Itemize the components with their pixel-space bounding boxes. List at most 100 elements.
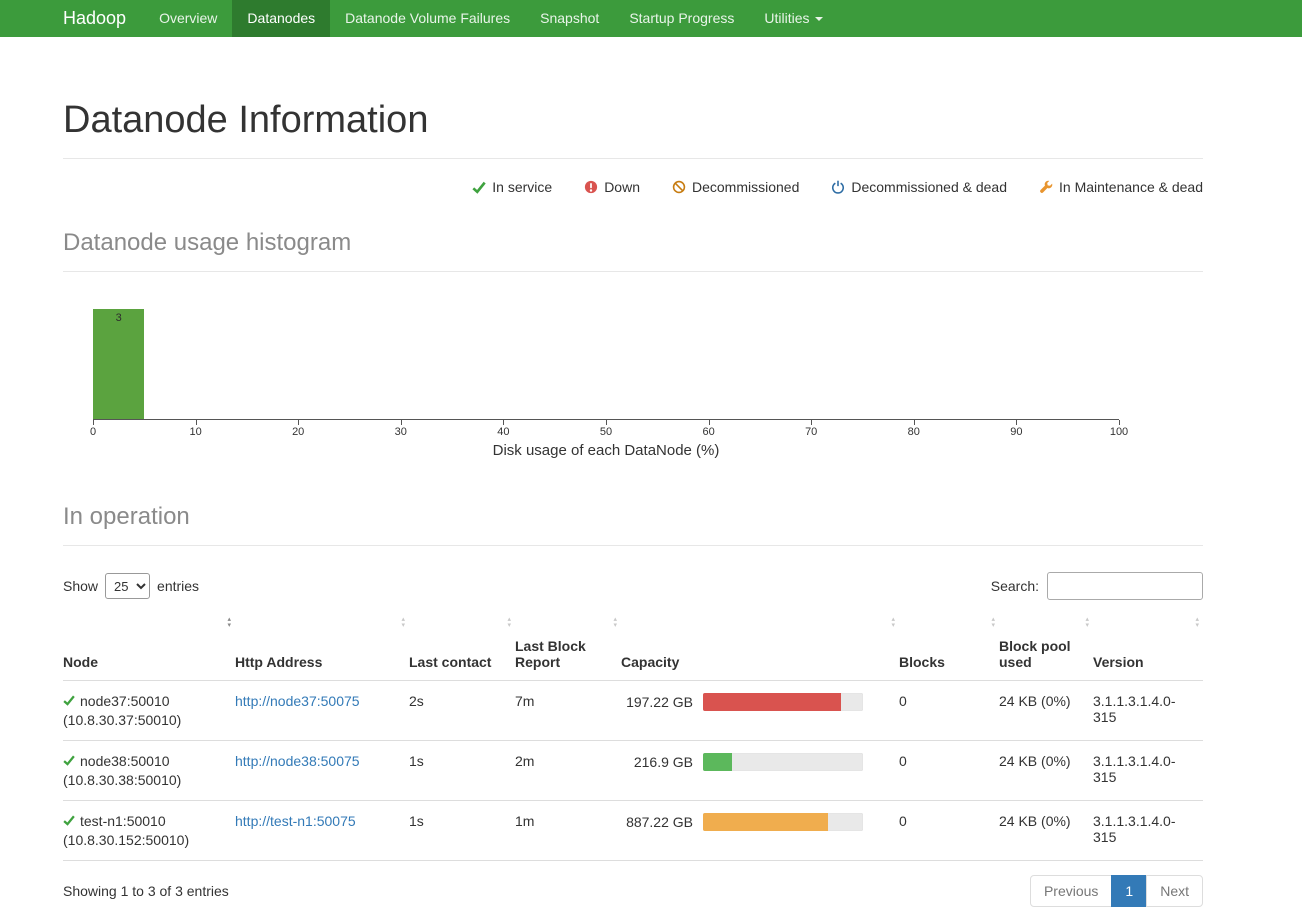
- datanode-usage-histogram: 3 0102030405060708090100 Disk usage of e…: [93, 304, 1119, 459]
- node-name: node38:50010: [80, 753, 170, 769]
- column-header-block-pool-used[interactable]: Block pool used ▴▾: [999, 612, 1093, 681]
- last-contact: 1s: [409, 741, 515, 801]
- http-address-link[interactable]: http://node37:50075: [235, 693, 360, 709]
- check-icon: [472, 180, 486, 194]
- search-label: Search:: [991, 578, 1039, 594]
- block-pool-used: 24 KB (0%): [999, 801, 1093, 861]
- histogram-section-title: Datanode usage histogram: [63, 229, 1203, 257]
- legend-item-maintenance-dead: In Maintenance & dead: [1039, 179, 1203, 195]
- status-legend: In service Down Decommissioned Decommiss…: [63, 179, 1203, 195]
- table-row: node38:50010 (10.8.30.38:50010) http://n…: [63, 741, 1203, 801]
- column-header-version[interactable]: Version ▴▾: [1093, 612, 1203, 681]
- table-header-row: Node ▴▾ Http Address ▴▾ Last contact ▴▾ …: [63, 612, 1203, 681]
- nav-item-datanode-volume-failures[interactable]: Datanode Volume Failures: [330, 0, 525, 37]
- column-header-node[interactable]: Node ▴▾: [63, 612, 235, 681]
- wrench-icon: [1039, 180, 1053, 194]
- sort-icon: ▴▾: [1195, 617, 1199, 629]
- blocks: 0: [899, 681, 999, 741]
- tick-label: 40: [497, 426, 509, 438]
- block-pool-used: 24 KB (0%): [999, 741, 1093, 801]
- check-icon: [63, 693, 75, 709]
- capacity-bar: [703, 753, 863, 771]
- nav-item-snapshot[interactable]: Snapshot: [525, 0, 614, 37]
- legend-item-in-service: In service: [472, 179, 552, 195]
- legend-label: Down: [604, 179, 640, 195]
- http-address-link[interactable]: http://node38:50075: [235, 753, 360, 769]
- sort-icon: ▴▾: [891, 617, 895, 629]
- page-1-button[interactable]: 1: [1111, 875, 1147, 907]
- last-contact: 2s: [409, 681, 515, 741]
- column-header-capacity[interactable]: Capacity ▴▾: [621, 612, 899, 681]
- legend-item-decommissioned: Decommissioned: [672, 179, 799, 195]
- datanode-table: Node ▴▾ Http Address ▴▾ Last contact ▴▾ …: [63, 612, 1203, 861]
- version: 3.1.1.3.1.4.0-315: [1093, 741, 1203, 801]
- histogram-plot: 3: [93, 304, 1119, 420]
- blocks: 0: [899, 801, 999, 861]
- tick-mark: [606, 420, 607, 425]
- power-icon: [831, 180, 845, 194]
- tick-label: 20: [292, 426, 304, 438]
- tick-label: 30: [395, 426, 407, 438]
- nav-item-utilities-label: Utilities: [764, 10, 809, 26]
- divider: [63, 545, 1203, 546]
- previous-page-button[interactable]: Previous: [1030, 875, 1112, 907]
- search-control: Search:: [991, 572, 1203, 600]
- sort-icon: ▴▾: [401, 617, 405, 629]
- tick-mark: [93, 420, 94, 425]
- last-block-report: 7m: [515, 681, 621, 741]
- column-header-http-address[interactable]: Http Address ▴▾: [235, 612, 409, 681]
- nav-item-overview[interactable]: Overview: [144, 0, 232, 37]
- version: 3.1.1.3.1.4.0-315: [1093, 801, 1203, 861]
- operation-section-title: In operation: [63, 503, 1203, 531]
- version: 3.1.1.3.1.4.0-315: [1093, 681, 1203, 741]
- entries-label: entries: [157, 578, 199, 594]
- sort-icon: ▴▾: [613, 617, 617, 629]
- tick-mark: [298, 420, 299, 425]
- legend-label: Decommissioned: [692, 179, 799, 195]
- column-header-last-contact[interactable]: Last contact ▴▾: [409, 612, 515, 681]
- search-input[interactable]: [1047, 572, 1203, 600]
- caret-down-icon: [815, 17, 823, 21]
- last-block-report: 2m: [515, 741, 621, 801]
- capacity-value: 216.9 GB: [621, 754, 693, 770]
- legend-label: Decommissioned & dead: [851, 179, 1007, 195]
- column-header-last-block-report[interactable]: Last Block Report ▴▾: [515, 612, 621, 681]
- tick-label: 10: [189, 426, 201, 438]
- tick-mark: [811, 420, 812, 425]
- exclamation-circle-icon: [584, 180, 598, 194]
- next-page-button[interactable]: Next: [1146, 875, 1203, 907]
- tick-mark: [196, 420, 197, 425]
- nav-item-utilities[interactable]: Utilities: [749, 0, 837, 37]
- page-size-select[interactable]: 25: [105, 573, 150, 599]
- check-icon: [63, 753, 75, 769]
- node-ip: (10.8.30.37:50010): [63, 712, 221, 728]
- legend-label: In service: [492, 179, 552, 195]
- page-title: Datanode Information: [63, 99, 1203, 142]
- node-name: test-n1:50010: [80, 813, 166, 829]
- brand-hadoop[interactable]: Hadoop: [0, 0, 144, 37]
- page-length-control: Show 25 entries: [63, 573, 199, 599]
- http-address-link[interactable]: http://test-n1:50075: [235, 813, 356, 829]
- histogram-bar: 3: [93, 309, 144, 419]
- x-ticks: 0102030405060708090100: [93, 420, 1119, 442]
- divider: [63, 158, 1203, 159]
- nav-item-startup-progress[interactable]: Startup Progress: [614, 0, 749, 37]
- table-row: node37:50010 (10.8.30.37:50010) http://n…: [63, 681, 1203, 741]
- table-controls: Show 25 entries Search:: [63, 572, 1203, 600]
- show-label: Show: [63, 578, 98, 594]
- navbar: Hadoop Overview Datanodes Datanode Volum…: [0, 0, 1302, 37]
- tick-mark: [503, 420, 504, 425]
- sort-icon: ▴▾: [991, 617, 995, 629]
- last-block-report: 1m: [515, 801, 621, 861]
- bar-value-label: 3: [93, 312, 144, 324]
- tick-mark: [1119, 420, 1120, 425]
- legend-item-down: Down: [584, 179, 640, 195]
- tick-label: 50: [600, 426, 612, 438]
- tick-label: 90: [1010, 426, 1022, 438]
- tick-mark: [401, 420, 402, 425]
- sort-icon: ▴▾: [227, 617, 231, 629]
- tick-label: 100: [1110, 426, 1128, 438]
- capacity-bar: [703, 693, 863, 711]
- column-header-blocks[interactable]: Blocks ▴▾: [899, 612, 999, 681]
- nav-item-datanodes[interactable]: Datanodes: [232, 0, 330, 37]
